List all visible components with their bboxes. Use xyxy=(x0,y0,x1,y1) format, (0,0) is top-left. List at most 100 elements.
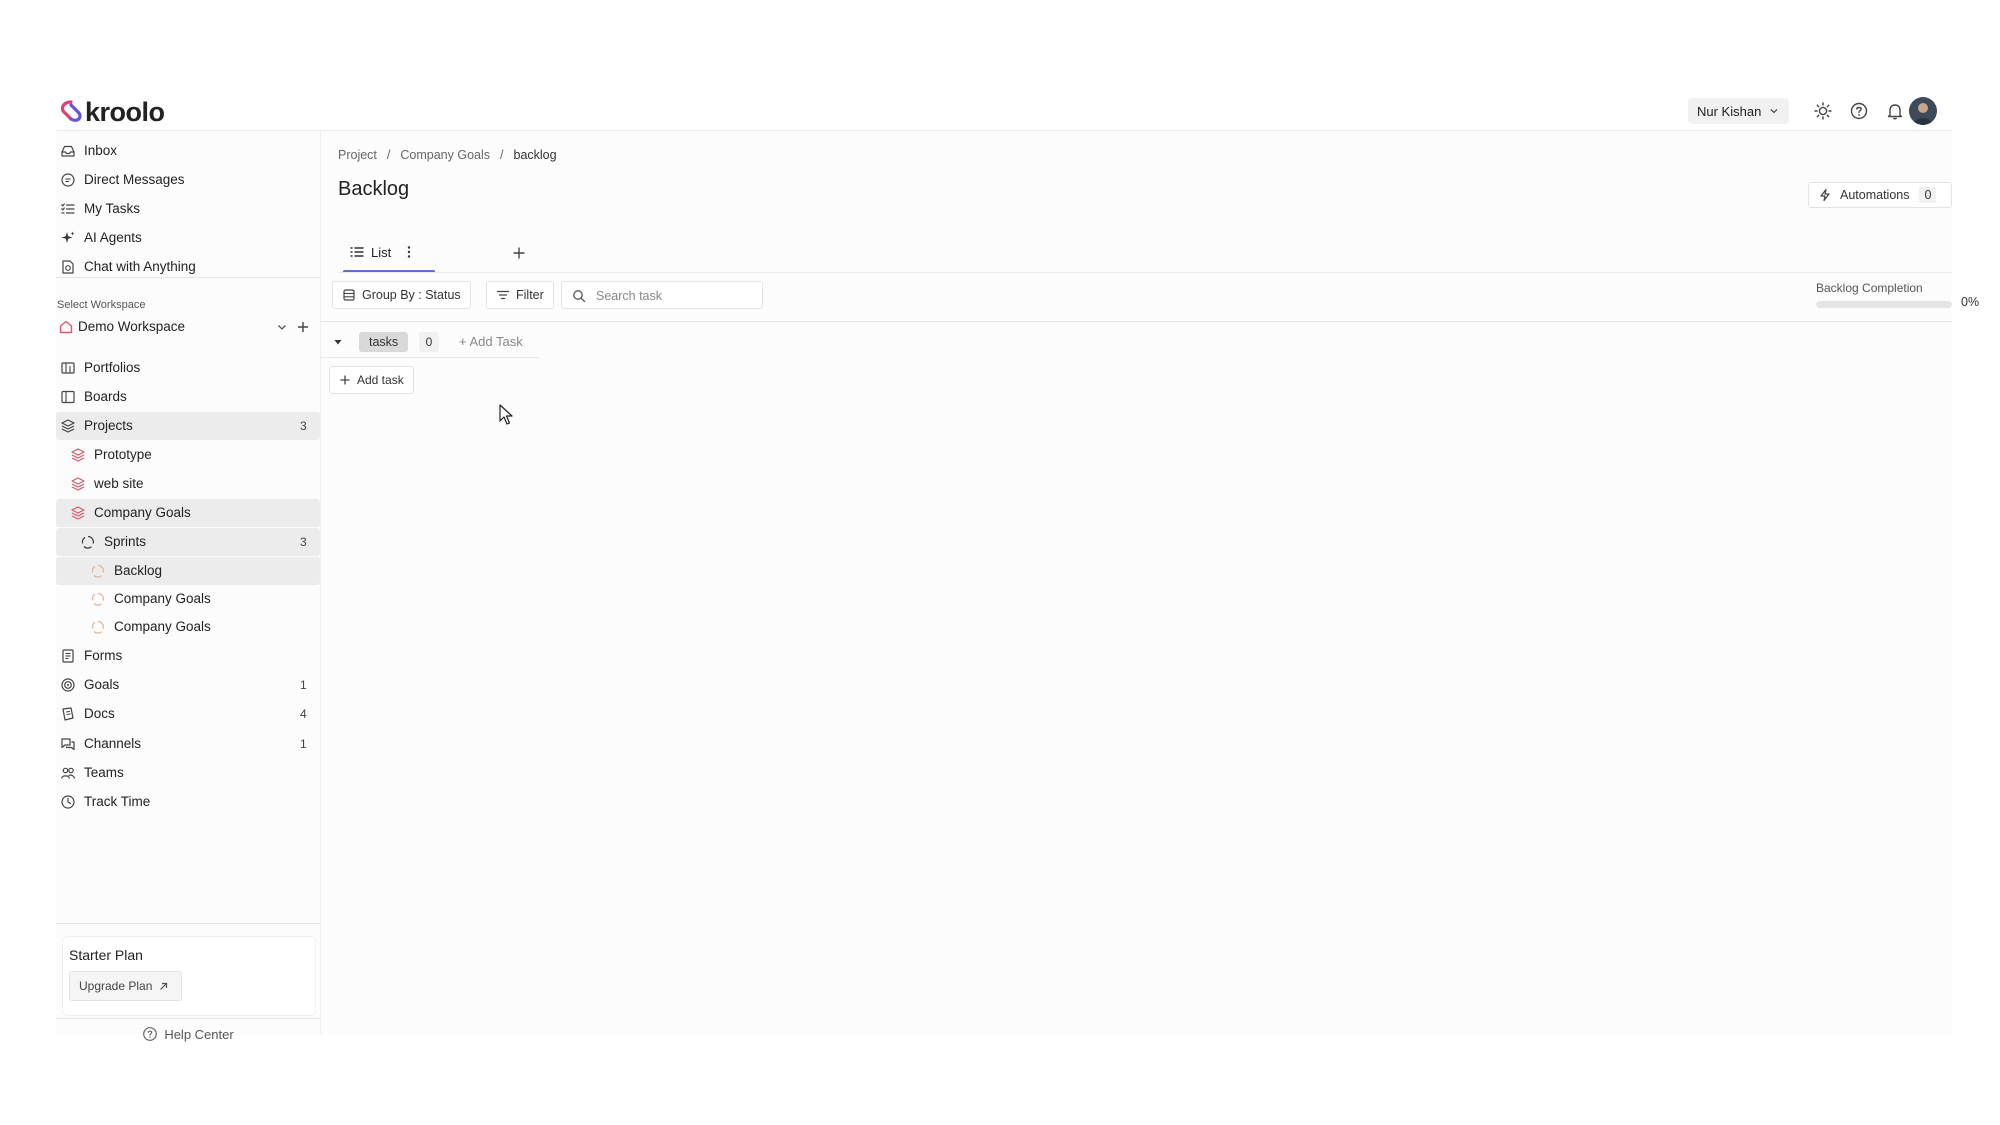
tab-list-label: List xyxy=(371,245,392,260)
sidebar-item-sprints[interactable]: Sprints 3 xyxy=(56,528,320,556)
target-icon xyxy=(61,678,75,692)
sidebar-item-company-goals[interactable]: Company Goals xyxy=(56,499,320,527)
group-divider xyxy=(321,357,539,358)
mouse-cursor-icon xyxy=(499,404,513,425)
add-view-icon[interactable] xyxy=(512,246,526,260)
bell-icon[interactable] xyxy=(1885,101,1905,121)
group-icon xyxy=(343,289,355,301)
breadcrumb-project[interactable]: Project xyxy=(338,148,377,162)
sprint-icon xyxy=(81,535,95,549)
sidebar-item-track-time[interactable]: Track Time xyxy=(56,788,320,816)
message-icon xyxy=(61,173,75,187)
sidebar-item-label: Company Goals xyxy=(114,591,211,606)
sidebar-item-label: Docs xyxy=(84,706,115,721)
search-task-field[interactable] xyxy=(561,281,763,309)
sidebar-divider xyxy=(56,923,320,924)
list-icon xyxy=(350,247,364,257)
sprint-icon xyxy=(91,564,105,578)
search-task-input[interactable] xyxy=(594,286,758,306)
plan-card: Starter Plan Upgrade Plan xyxy=(62,936,316,1016)
filter-icon xyxy=(496,290,510,300)
sidebar-item-prototype[interactable]: Prototype xyxy=(56,441,320,469)
layers-icon xyxy=(71,477,85,491)
workspace-selector[interactable]: Demo Workspace xyxy=(56,315,320,339)
sidebar-item-label: Inbox xyxy=(84,143,118,158)
doc-icon xyxy=(62,707,74,721)
user-avatar[interactable] xyxy=(1909,97,1937,125)
layers-icon xyxy=(71,506,85,520)
sidebar-item-channels[interactable]: Channels 1 xyxy=(56,730,320,758)
help-icon[interactable] xyxy=(1849,101,1869,121)
upgrade-plan-button[interactable]: Upgrade Plan xyxy=(69,971,183,1001)
group-add-task-link[interactable]: + Add Task xyxy=(459,334,523,349)
group-by-button[interactable]: Group By : Status xyxy=(332,281,471,309)
sidebar-item-teams[interactable]: Teams xyxy=(56,759,320,787)
caret-down-icon[interactable] xyxy=(333,337,343,347)
clock-icon xyxy=(61,795,75,809)
sidebar-item-label: Goals xyxy=(84,677,120,692)
breadcrumb-company-goals[interactable]: Company Goals xyxy=(400,148,490,162)
sidebar-item-label: AI Agents xyxy=(84,230,142,245)
group-task-count: 0 xyxy=(419,332,439,352)
sidebar-item-label: Projects xyxy=(84,418,133,433)
workspace-label: Select Workspace xyxy=(57,299,146,311)
main-content: Project / Company Goals / backlog Backlo… xyxy=(321,131,1979,1034)
sparkle-icon xyxy=(61,231,75,243)
sidebar-item-inbox[interactable]: Inbox xyxy=(56,137,320,165)
sidebar-item-label: Portfolios xyxy=(84,360,141,375)
sidebar-item-label: Teams xyxy=(84,765,124,780)
logo-text: kroolo xyxy=(85,97,165,127)
kroolo-logo[interactable]: kroolo xyxy=(58,97,165,127)
automations-count: 0 xyxy=(1919,187,1937,203)
sun-icon[interactable] xyxy=(1813,101,1833,121)
portfolio-icon xyxy=(61,362,75,374)
sidebar-item-direct-messages[interactable]: Direct Messages xyxy=(56,166,320,194)
sidebar-item-boards[interactable]: Boards xyxy=(56,383,320,411)
sidebar-item-backlog[interactable]: Backlog xyxy=(56,557,320,585)
completion-value: 0% xyxy=(1961,295,1980,309)
user-menu-button[interactable]: Nur Kishan xyxy=(1688,98,1790,124)
search-icon xyxy=(573,290,586,303)
more-vertical-icon[interactable] xyxy=(405,244,413,260)
sidebar-item-web-site[interactable]: web site xyxy=(56,470,320,498)
sidebar-item-ai-agents[interactable]: AI Agents xyxy=(56,224,320,252)
sprint-icon xyxy=(91,592,105,606)
plus-icon xyxy=(340,375,350,385)
sidebar-item-label: Company Goals xyxy=(114,619,211,634)
breadcrumb-separator: / xyxy=(500,148,504,162)
channel-icon xyxy=(61,738,75,751)
sidebar-item-portfolios[interactable]: Portfolios xyxy=(56,354,320,382)
sidebar-item-label: Company Goals xyxy=(94,505,191,520)
sidebar-item-projects[interactable]: Projects 3 xyxy=(56,412,320,440)
sidebar-item-forms[interactable]: Forms xyxy=(56,642,320,670)
sidebar-divider xyxy=(56,277,320,278)
filter-button[interactable]: Filter xyxy=(486,281,554,309)
sidebar-item-my-tasks[interactable]: My Tasks xyxy=(56,195,320,223)
sidebar-item-goals[interactable]: Goals 1 xyxy=(56,671,320,699)
add-workspace-icon[interactable] xyxy=(296,320,310,334)
lightning-icon xyxy=(1820,188,1830,202)
tasks-icon xyxy=(61,203,75,214)
automations-button[interactable]: Automations 0 xyxy=(1808,182,1952,208)
sidebar-divider xyxy=(56,1018,320,1019)
help-center-link[interactable]: Help Center xyxy=(56,1026,320,1042)
sidebar-item-label: Forms xyxy=(84,648,123,663)
breadcrumb-current: backlog xyxy=(513,148,557,162)
layers-icon xyxy=(61,419,75,433)
app-window: kroolo Nur Kishan Inbox Direct Messages … xyxy=(56,96,1979,1042)
chevron-down-icon[interactable] xyxy=(276,321,288,333)
completion-label: Backlog Completion xyxy=(1816,281,1923,295)
tab-list-view[interactable]: List xyxy=(343,237,435,273)
sidebar-item-label: My Tasks xyxy=(84,201,141,216)
sidebar-item-label: Boards xyxy=(84,389,127,404)
group-status-chip: tasks xyxy=(359,332,409,352)
sidebar-item-count: 3 xyxy=(300,535,307,549)
sidebar-item-count: 1 xyxy=(300,737,307,751)
tabs-divider xyxy=(338,272,1952,273)
logo-mark-icon xyxy=(60,100,82,122)
sidebar-item-company-goals[interactable]: Company Goals xyxy=(56,585,320,613)
add-task-button[interactable]: Add task xyxy=(329,366,414,394)
sidebar-item-docs[interactable]: Docs 4 xyxy=(56,700,320,728)
form-icon xyxy=(62,649,74,663)
sidebar-item-company-goals[interactable]: Company Goals xyxy=(56,613,320,641)
